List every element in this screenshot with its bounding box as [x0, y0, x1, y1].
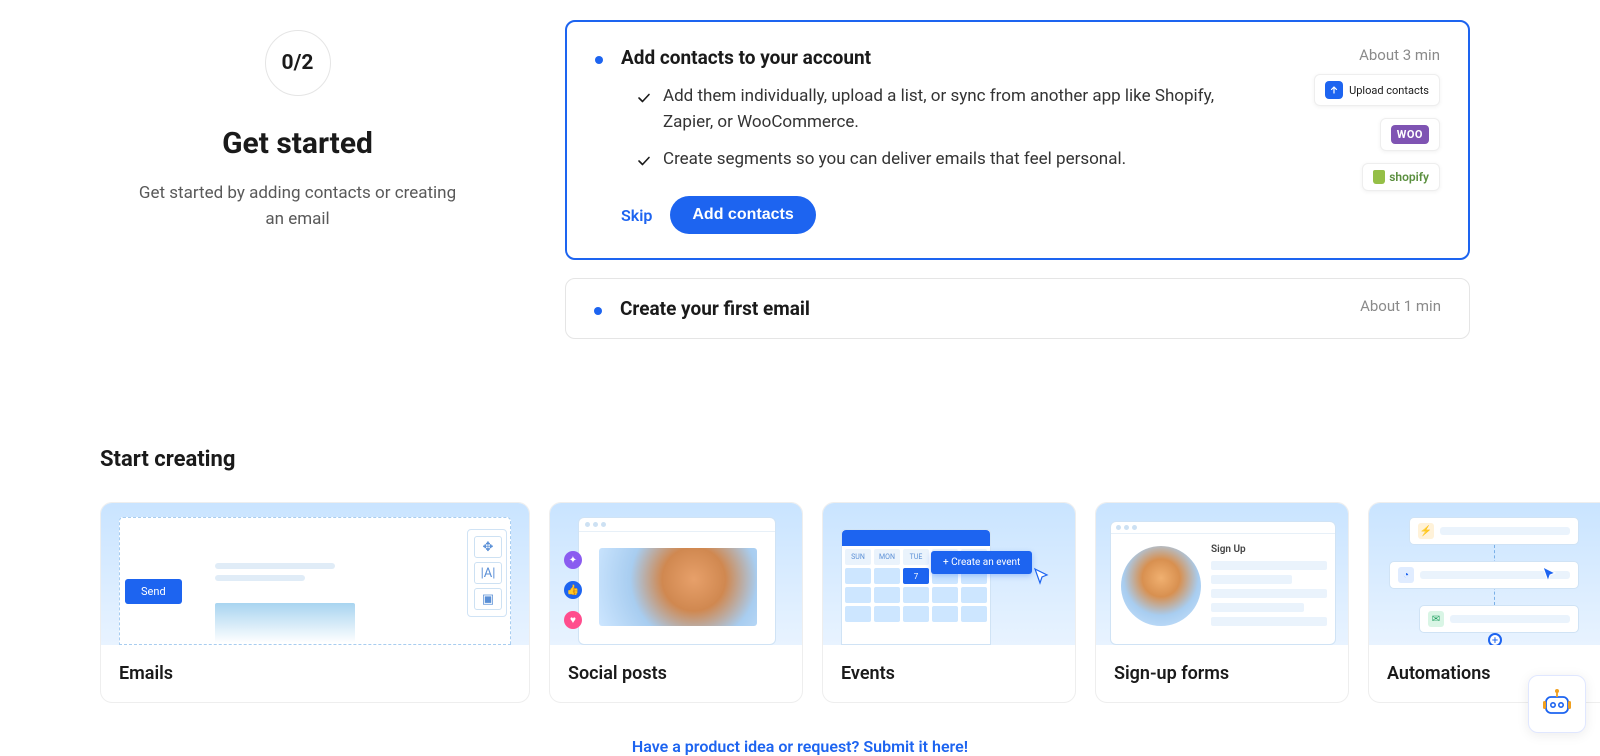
- upload-contacts-label: Upload contacts: [1349, 84, 1429, 97]
- signup-illustration: Sign Up: [1096, 503, 1348, 645]
- step-title: Create your first email: [620, 297, 1441, 320]
- card-label: Emails: [101, 645, 529, 702]
- events-illustration: SUN MON TUE 7 + Create an event: [823, 503, 1075, 645]
- card-label: Sign-up forms: [1096, 645, 1348, 702]
- check-icon: [637, 150, 651, 176]
- upload-contacts-chip: Upload contacts: [1314, 74, 1440, 106]
- add-contacts-button[interactable]: Add contacts: [670, 196, 815, 234]
- progress-indicator: 0/2: [265, 30, 331, 96]
- signup-form-title: Sign Up: [1211, 544, 1327, 555]
- robot-icon: [1538, 685, 1576, 723]
- move-icon: ✥: [474, 536, 502, 558]
- add-node-icon: +: [1488, 633, 1502, 645]
- chatbot-widget[interactable]: [1528, 675, 1586, 733]
- step-desc-item: Create segments so you can deliver email…: [637, 146, 1237, 176]
- step-desc-text: Create segments so you can deliver email…: [663, 146, 1126, 176]
- emails-illustration: Send ✥ |A| ▣: [101, 503, 529, 645]
- calendar-day-label: SUN: [845, 549, 871, 565]
- step-add-contacts[interactable]: Add contacts to your account Add them in…: [565, 20, 1470, 260]
- toolbox-icon: ✥ |A| ▣: [467, 529, 507, 617]
- image-icon: ▣: [474, 588, 502, 610]
- integrations-preview: Upload contacts WOO shopify: [1314, 74, 1440, 191]
- card-label: Events: [823, 645, 1075, 702]
- shopify-chip: shopify: [1362, 163, 1440, 191]
- cursor-icon: [1033, 567, 1051, 585]
- skip-link[interactable]: Skip: [621, 206, 652, 225]
- check-icon: [637, 87, 651, 136]
- step-time-estimate: About 1 min: [1360, 297, 1441, 315]
- cursor-icon: [1541, 565, 1559, 583]
- step-time-estimate: About 3 min: [1359, 46, 1440, 64]
- card-label: Social posts: [550, 645, 802, 702]
- step-status-dot: [595, 56, 603, 64]
- onboarding-steps: Add contacts to your account Add them in…: [565, 20, 1470, 357]
- calendar-day-label: MON: [874, 549, 900, 565]
- automations-illustration: ⚡ ◔ ✉ +: [1369, 503, 1600, 645]
- upload-icon: [1325, 81, 1343, 99]
- onboarding-sidebar: 0/2 Get started Get started by adding co…: [100, 20, 495, 357]
- page-title: Get started: [100, 126, 495, 161]
- text-icon: |A|: [474, 562, 502, 584]
- heart-icon: ♥: [564, 611, 582, 629]
- mail-icon: ✉: [1428, 611, 1444, 627]
- create-card-events[interactable]: SUN MON TUE 7 + Create an event Events: [822, 502, 1076, 703]
- woocommerce-chip: WOO: [1380, 118, 1440, 151]
- calendar-day-label: TUE: [903, 549, 929, 565]
- start-creating-heading: Start creating: [100, 447, 1500, 472]
- like-icon: 👍: [564, 581, 582, 599]
- emails-send-badge: Send: [125, 579, 182, 604]
- create-card-emails[interactable]: Send ✥ |A| ▣ Emails: [100, 502, 530, 703]
- create-event-badge: + Create an event: [931, 551, 1032, 574]
- step-desc-text: Add them individually, upload a list, or…: [663, 83, 1237, 136]
- clock-icon: ◔: [1398, 567, 1414, 583]
- step-desc-item: Add them individually, upload a list, or…: [637, 83, 1237, 136]
- woocommerce-icon: WOO: [1391, 125, 1429, 144]
- create-card-signup[interactable]: Sign Up Sign-up forms: [1095, 502, 1349, 703]
- create-cards-row: Send ✥ |A| ▣ Emails ✦ 👍: [100, 502, 1500, 703]
- reaction-icon: ✦: [564, 551, 582, 569]
- step-title: Add contacts to your account: [621, 46, 1440, 69]
- create-card-automations[interactable]: ⚡ ◔ ✉ + Automations: [1368, 502, 1600, 703]
- page-subtitle: Get started by adding contacts or creati…: [100, 181, 495, 232]
- create-card-social[interactable]: ✦ 👍 ♥ Social posts: [549, 502, 803, 703]
- social-illustration: ✦ 👍 ♥: [550, 503, 802, 645]
- shopify-icon: shopify: [1373, 170, 1429, 184]
- calendar-date: 7: [903, 568, 929, 584]
- step-status-dot: [594, 307, 602, 315]
- step-create-email[interactable]: Create your first email About 1 min: [565, 278, 1470, 339]
- bolt-icon: ⚡: [1418, 523, 1434, 539]
